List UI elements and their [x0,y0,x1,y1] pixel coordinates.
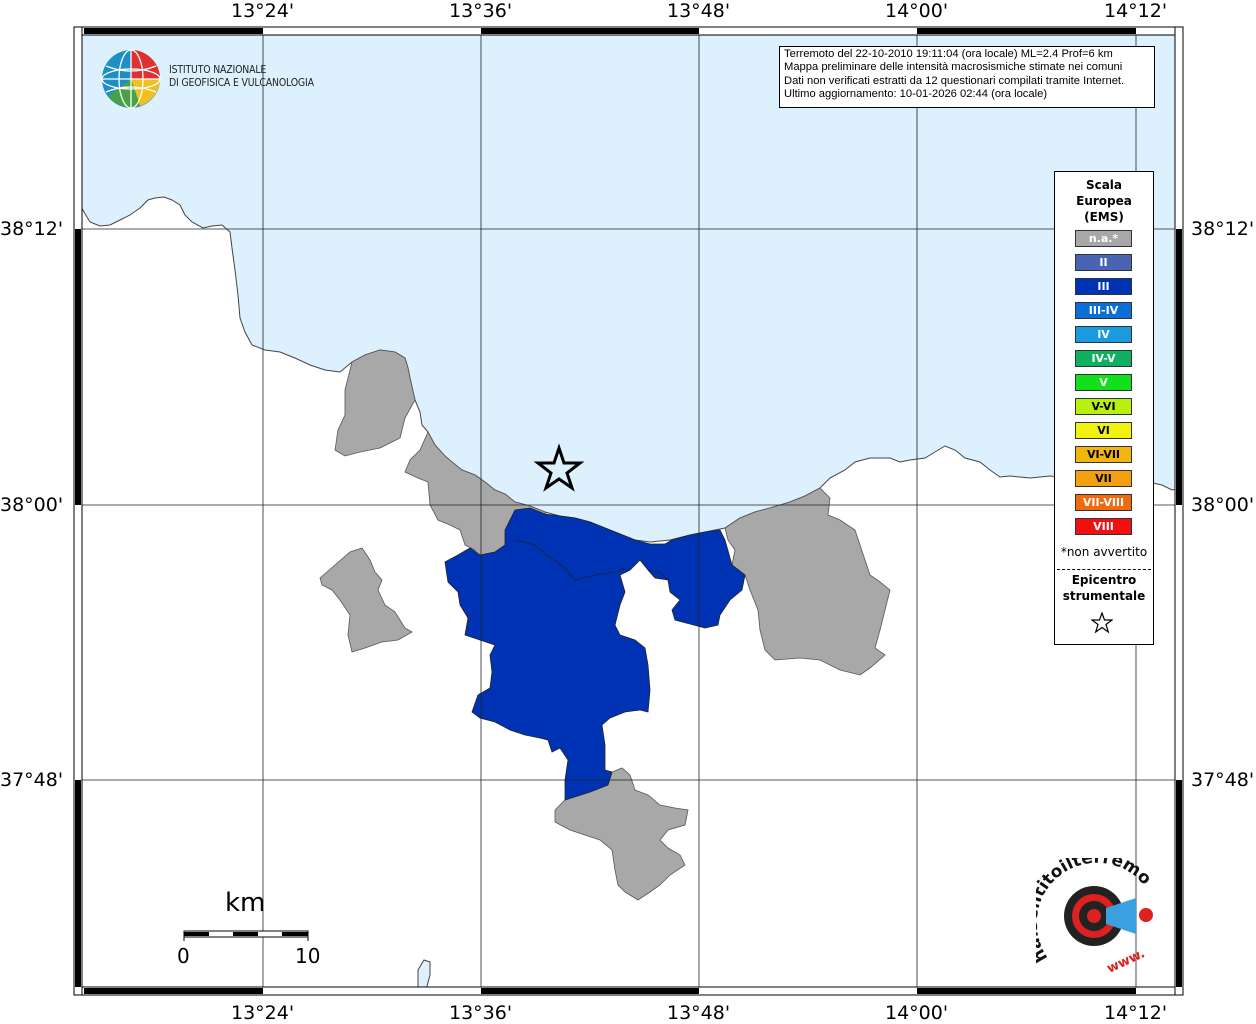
legend-item-vii: VII [1075,470,1132,487]
legend-item-na: n.a.* [1075,230,1132,247]
haisentito-logo: haisentitoilterremoto.it www. [1022,843,1166,978]
legend-title-line3: (EMS) [1084,210,1124,224]
legend-item-iiiiv: III-IV [1075,302,1132,319]
event-info-line1: Terremoto del 22-10-2010 19:11:04 (ora l… [784,48,1113,60]
lon-label-bottom-5: 14°12' [1104,1002,1168,1024]
legend-item-viiviii: VII-VIII [1075,494,1132,511]
legend-item-ivv: IV-V [1075,350,1132,367]
legend-item-vvi: V-VI [1075,398,1132,415]
lat-label-left-1: 38°12' [0,218,64,240]
legend-divider [1057,569,1151,570]
legend-item-iii: III [1075,278,1132,295]
lon-label-top-2: 13°36' [449,0,513,22]
legend-item-iv: IV [1075,326,1132,343]
scale-unit-label: km [225,888,266,918]
lat-label-right-3: 37°48' [1191,769,1255,791]
ems-legend: Scala Europea (EMS) n.a.* II III III-IV IV IV… [1054,171,1154,645]
lon-label-bottom-3: 13°48' [667,1002,731,1024]
lon-label-bottom-1: 13°24' [231,1002,295,1024]
epicenter-legend-line2: strumentale [1062,589,1146,603]
legend-item-viii: VIII [1075,518,1132,535]
event-info-box: Terremoto del 22-10-2010 19:11:04 (ora l… [779,46,1155,108]
lat-label-right-2: 38°00' [1191,494,1255,516]
globe-icon [101,49,161,109]
legend-title: Scala Europea (EMS) [1055,177,1153,225]
epicenter-legend-title: Epicentro strumentale [1055,572,1153,604]
legend-item-vi: VI [1075,422,1132,439]
event-info-line4: Ultimo aggiornamento: 10-01-2026 02:44 (… [784,87,1048,100]
lon-label-top-5: 14°12' [1104,0,1168,22]
scale-max-label: 10 [295,944,321,968]
logo-line1: ISTITUTO NAZIONALE [169,63,267,76]
epicenter-star-icon [1091,612,1113,634]
legend-title-line1: Scala [1085,178,1123,192]
legend-item-ii: II [1075,254,1132,271]
lat-label-left-2: 38°00' [0,494,64,516]
lon-label-top-3: 13°48' [667,0,731,22]
legend-item-vivii: VI-VII [1075,446,1132,463]
lat-label-right-1: 38°12' [1191,218,1255,240]
ingv-logo: ISTITUTO NAZIONALE DI GEOFISICA E VULCAN… [100,48,330,110]
legend-title-line2: Europea [1076,194,1132,208]
lon-label-top-1: 13°24' [231,0,295,22]
logo-line2: DI GEOFISICA E VULCANOLOGIA [169,76,314,89]
lat-label-left-3: 37°48' [0,769,64,791]
legend-item-v: V [1075,374,1132,391]
lon-label-bottom-2: 13°36' [449,1002,513,1024]
epicenter-legend-line1: Epicentro [1071,573,1137,587]
lon-label-top-4: 14°00' [885,0,949,22]
scale-min-label: 0 [177,944,190,968]
legend-note: *non avvertito [1060,545,1148,559]
lon-label-bottom-4: 14°00' [885,1002,949,1024]
event-info-line3: Dati non verificati estratti da 12 quest… [784,74,1125,87]
event-info-line2: Mappa preliminare delle intensità macros… [784,61,1123,74]
